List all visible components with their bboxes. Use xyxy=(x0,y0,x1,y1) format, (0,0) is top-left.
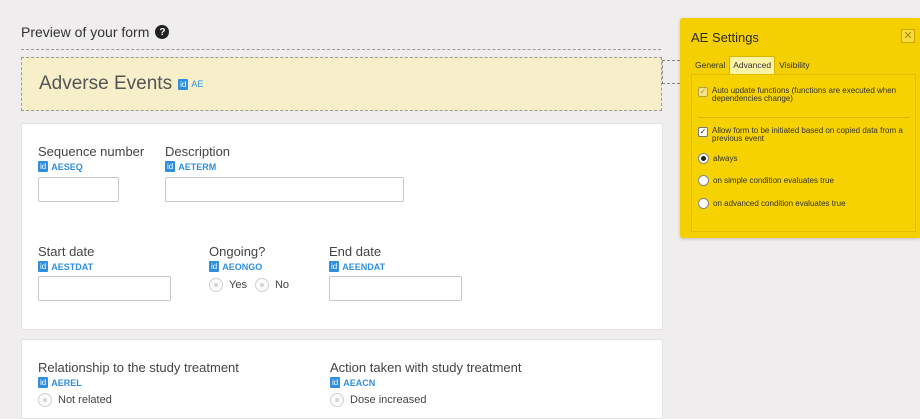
radio-option-dose-increased[interactable]: Dose increased xyxy=(330,393,426,407)
question-circle-icon[interactable]: ? xyxy=(155,25,170,39)
radio-option-yes[interactable]: Yes xyxy=(209,278,247,292)
field-code: AEENDAT xyxy=(342,261,386,272)
radio-button[interactable] xyxy=(38,393,52,407)
field-code: AESEQ xyxy=(51,161,83,172)
form-code: AE xyxy=(191,79,204,89)
auto-update-checkbox[interactable]: ✓ xyxy=(698,87,708,97)
tab-visibility[interactable]: Visibility xyxy=(775,56,814,74)
preview-title: Preview of your form ? xyxy=(21,24,170,40)
divider xyxy=(698,117,910,118)
id-badge: id xyxy=(209,261,220,272)
radio-label: on simple condition evaluates true xyxy=(713,176,834,185)
field-code: AETERM xyxy=(178,161,217,172)
settings-tabs: General Advanced Visibility xyxy=(691,56,814,74)
tab-general[interactable]: General xyxy=(691,56,729,74)
field-code: AESTDAT xyxy=(51,261,94,272)
init-option-simple[interactable]: on simple condition evaluates true xyxy=(698,175,834,186)
init-option-always[interactable]: always xyxy=(698,153,737,164)
preview-title-text: Preview of your form xyxy=(21,24,150,40)
field-end-date: End date id AEENDAT xyxy=(329,244,385,272)
divider xyxy=(21,49,661,50)
settings-connector xyxy=(662,60,680,84)
auto-update-option: ✓ Auto update functions (functions are e… xyxy=(698,87,903,103)
tab-advanced[interactable]: Advanced xyxy=(729,56,776,74)
radio-button[interactable] xyxy=(209,278,223,292)
id-badge: id xyxy=(38,377,49,388)
form-section-card: Sequence number id AESEQ Description id … xyxy=(21,123,663,330)
description-input[interactable] xyxy=(165,177,404,202)
field-code: AEACN xyxy=(343,377,376,388)
field-start-date: Start date id AESTDAT xyxy=(38,244,94,272)
radio-option-no[interactable]: No xyxy=(254,278,290,292)
radio-button[interactable] xyxy=(330,393,344,407)
radio-label: Dose increased xyxy=(350,394,427,406)
field-relationship: Relationship to the study treatment id A… xyxy=(38,360,239,407)
allow-init-label: Allow form to be initiated based on copi… xyxy=(712,126,903,143)
field-code: AEREL xyxy=(51,377,82,388)
init-option-advanced[interactable]: on advanced condition evaluates true xyxy=(698,198,846,209)
field-action: Action taken with study treatment id AEA… xyxy=(330,360,521,407)
radio-label: always xyxy=(713,154,738,163)
radio-label: Not related xyxy=(58,394,112,406)
field-label: Relationship to the study treatment xyxy=(38,360,239,375)
form-header[interactable]: Adverse Events id AE xyxy=(21,57,662,111)
close-icon[interactable]: ✕ xyxy=(901,29,915,43)
radio-button[interactable] xyxy=(698,153,709,164)
radio-option-not-related[interactable]: Not related xyxy=(38,393,112,407)
field-code: AEONGO xyxy=(222,261,263,272)
id-badge: id xyxy=(330,377,341,388)
radio-label: No xyxy=(274,279,290,291)
auto-update-label: Auto update functions (functions are exe… xyxy=(712,86,897,103)
field-label: End date xyxy=(329,244,382,259)
field-description: Description id AETERM xyxy=(165,144,230,172)
settings-title: AE Settings xyxy=(691,30,759,45)
radio-button[interactable] xyxy=(698,198,709,209)
allow-init-checkbox[interactable]: ✓ xyxy=(698,127,708,137)
field-ongoing: Ongoing? id AEONGO Yes No xyxy=(209,244,297,292)
form-id-tag: id AE xyxy=(178,78,204,90)
sequence-input[interactable] xyxy=(38,177,119,202)
field-label: Description xyxy=(165,144,231,159)
radio-label: on advanced condition evaluates true xyxy=(713,199,846,208)
id-badge: id xyxy=(178,78,189,90)
id-badge: id xyxy=(329,261,340,272)
form-title: Adverse Events xyxy=(39,73,173,94)
id-badge: id xyxy=(38,261,49,272)
id-badge: id xyxy=(38,161,49,172)
field-label: Ongoing? xyxy=(209,244,266,259)
field-label: Start date xyxy=(38,244,95,259)
settings-popup: AE Settings ✕ General Advanced Visibilit… xyxy=(680,18,920,238)
start-date-input[interactable] xyxy=(38,276,171,301)
field-label: Sequence number xyxy=(38,144,145,159)
radio-button[interactable] xyxy=(698,175,709,186)
field-sequence: Sequence number id AESEQ xyxy=(38,144,144,172)
id-badge: id xyxy=(165,161,176,172)
settings-panel: ✓ Auto update functions (functions are e… xyxy=(691,74,916,232)
radio-label: Yes xyxy=(229,279,247,291)
field-label: Action taken with study treatment xyxy=(330,360,522,375)
end-date-input[interactable] xyxy=(329,276,462,301)
radio-button[interactable] xyxy=(254,278,269,292)
form-section-card: Relationship to the study treatment id A… xyxy=(21,339,663,419)
allow-init-option: ✓ Allow form to be initiated based on co… xyxy=(698,127,903,143)
